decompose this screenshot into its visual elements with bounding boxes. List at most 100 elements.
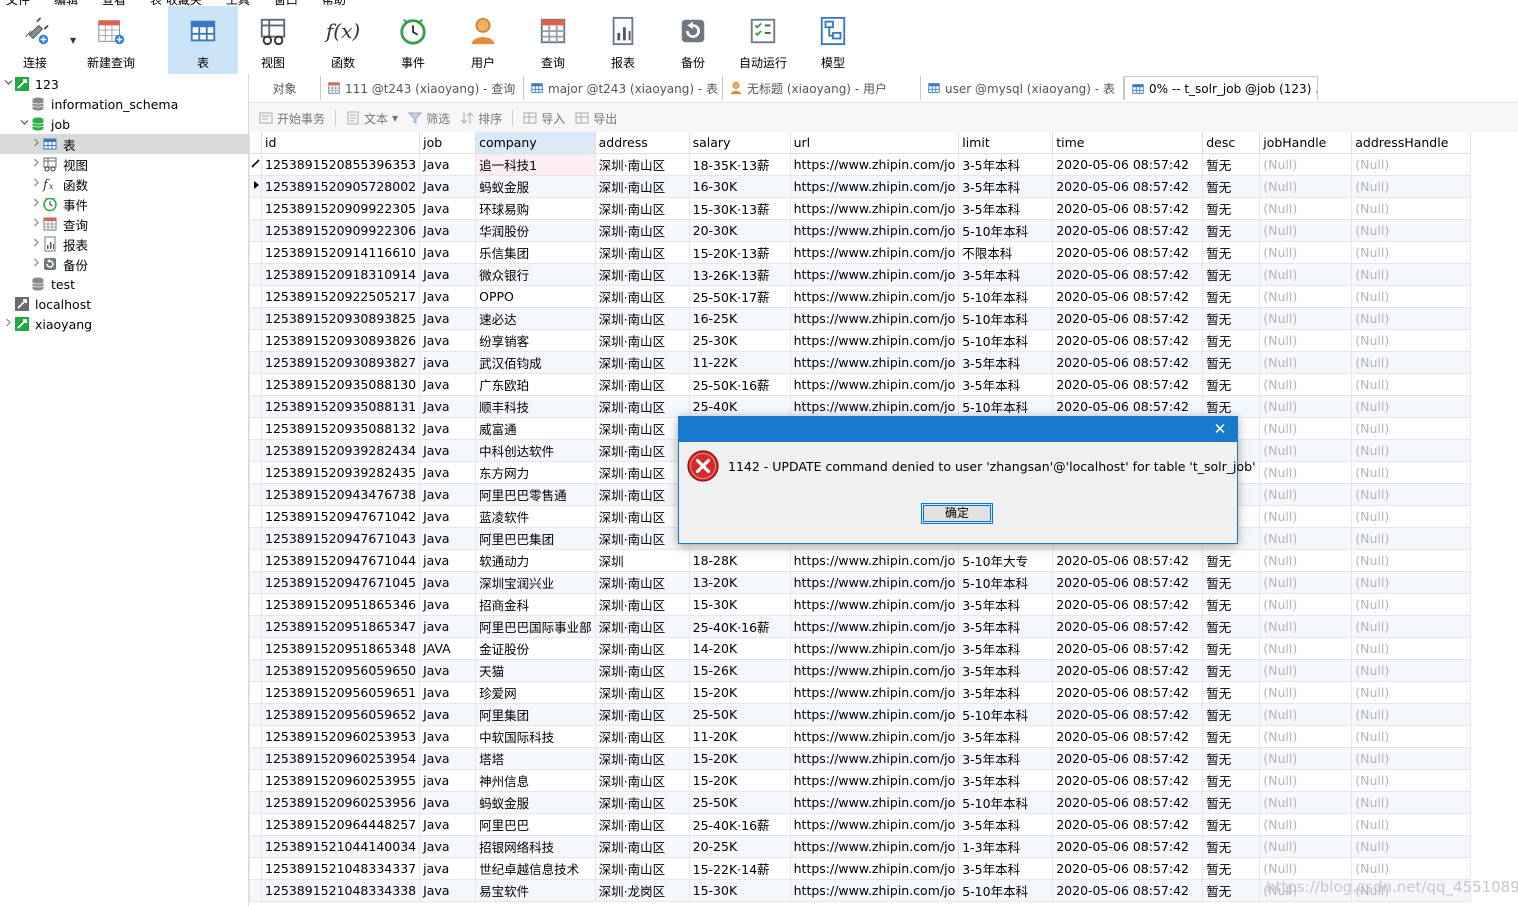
cell-limit[interactable]: 3-5年本科 [958, 681, 1054, 704]
cell-jobHandle[interactable]: (Null) [1259, 505, 1353, 528]
cell-address[interactable]: 深圳·南山区 [594, 813, 690, 836]
cell-id[interactable]: 1253891520939282435 [260, 461, 421, 484]
cell-time[interactable]: 2020-05-06 08:57:42 [1052, 219, 1204, 242]
cell-jobHandle[interactable]: (Null) [1259, 483, 1353, 506]
cell-id[interactable]: 1253891520930893827 [260, 351, 421, 374]
cell-salary[interactable]: 11-20K [688, 725, 791, 748]
cell-salary[interactable]: 25-50K·16薪 [688, 373, 791, 396]
cell-job[interactable]: java [419, 351, 477, 374]
cell-addressHandle[interactable]: (Null) [1351, 549, 1472, 572]
table-row[interactable]: 1253891520918310914 Java 微众银行 深圳·南山区 13-26K·… [249, 263, 1472, 286]
table-row[interactable]: 1253891520960253954 Java 塔塔 深圳·南山区 15-20K htt… [249, 747, 1472, 770]
cell-id[interactable]: 1253891520947671042 [260, 505, 421, 528]
cell-desc[interactable]: 暂无 [1202, 219, 1261, 242]
cell-addressHandle[interactable]: (Null) [1351, 505, 1472, 528]
cell-job[interactable]: Java [419, 571, 477, 594]
cell-addressHandle[interactable]: (Null) [1351, 681, 1472, 704]
cell-address[interactable]: 深圳·龙岗区 [594, 879, 690, 902]
cell-company[interactable]: 中科创达软件 [475, 439, 596, 462]
cell-jobHandle[interactable]: (Null) [1259, 307, 1353, 330]
cell-limit[interactable]: 3-5年本科 [958, 637, 1054, 660]
cell-company[interactable]: 东方网力 [475, 461, 596, 484]
cell-company[interactable]: OPPO [475, 285, 596, 308]
cell-desc[interactable]: 暂无 [1202, 351, 1261, 374]
cell-company[interactable]: 环球易购 [475, 197, 596, 220]
table-row[interactable]: 1253891520951865346 Java 招商金科 深圳·南山区 15-30K h… [249, 593, 1472, 616]
toolbar-button-new-query[interactable]: 新建查询 [70, 6, 152, 74]
toolbar-button-schedule[interactable]: 自动运行 [728, 6, 798, 74]
cell-company[interactable]: 中软国际科技 [475, 725, 596, 748]
cell-time[interactable]: 2020-05-06 08:57:42 [1052, 373, 1204, 396]
cell-salary[interactable]: 15-30K·13薪 [688, 197, 791, 220]
cell-salary[interactable]: 13-20K [688, 571, 791, 594]
cell-url[interactable]: https://www.zhipin.com/jo [789, 307, 960, 330]
table-row[interactable]: 1253891520914116610 Java 乐信集团 深圳·南山区 15-20K·… [249, 241, 1472, 264]
cell-salary[interactable]: 25-50K·17薪 [688, 285, 791, 308]
cell-company[interactable]: 招商金科 [475, 593, 596, 616]
cell-company[interactable]: 招银网络科技 [475, 835, 596, 858]
navigator-item[interactable]: 备份 [0, 254, 248, 274]
cell-salary[interactable]: 16-25K [688, 307, 791, 330]
column-header-salary[interactable]: salary [688, 132, 791, 154]
cell-addressHandle[interactable]: (Null) [1351, 615, 1472, 638]
cell-jobHandle[interactable]: (Null) [1259, 527, 1353, 550]
column-header-addressHandle[interactable]: addressHandle [1351, 132, 1472, 154]
cell-time[interactable]: 2020-05-06 08:57:42 [1052, 307, 1204, 330]
import-button[interactable]: 导入 [523, 110, 565, 127]
cell-jobHandle[interactable]: (Null) [1259, 637, 1353, 660]
filter-button[interactable]: 筛选 [408, 110, 450, 127]
cell-address[interactable]: 深圳·南山区 [594, 439, 690, 462]
cell-desc[interactable]: 暂无 [1202, 769, 1261, 792]
column-header-address[interactable]: address [594, 132, 690, 154]
cell-desc[interactable]: 暂无 [1202, 857, 1261, 880]
cell-limit[interactable]: 5-10年本科 [958, 329, 1054, 352]
cell-id[interactable]: 1253891520905728002 [260, 175, 421, 198]
cell-salary[interactable]: 14-20K [688, 637, 791, 660]
cell-salary[interactable]: 25-40K·16薪 [688, 813, 791, 836]
cell-addressHandle[interactable]: (Null) [1351, 417, 1472, 440]
cell-time[interactable]: 2020-05-06 08:57:42 [1052, 241, 1204, 264]
cell-addressHandle[interactable]: (Null) [1351, 857, 1472, 880]
cell-time[interactable]: 2020-05-06 08:57:42 [1052, 571, 1204, 594]
cell-limit[interactable]: 3-5年本科 [958, 769, 1054, 792]
cell-desc[interactable]: 暂无 [1202, 637, 1261, 660]
cell-jobHandle[interactable]: (Null) [1259, 615, 1353, 638]
cell-address[interactable]: 深圳·南山区 [594, 747, 690, 770]
cell-salary[interactable]: 15-20K [688, 769, 791, 792]
cell-time[interactable]: 2020-05-06 08:57:42 [1052, 615, 1204, 638]
cell-address[interactable]: 深圳·南山区 [594, 725, 690, 748]
cell-id[interactable]: 1253891520947671044 [260, 549, 421, 572]
cell-company[interactable]: 武汉佰钧成 [475, 351, 596, 374]
cell-time[interactable]: 2020-05-06 08:57:42 [1052, 879, 1204, 902]
cell-url[interactable]: https://www.zhipin.com/jo [789, 219, 960, 242]
cell-url[interactable]: https://www.zhipin.com/jo [789, 175, 960, 198]
cell-company[interactable]: 塔塔 [475, 747, 596, 770]
cell-desc[interactable]: 暂无 [1202, 791, 1261, 814]
cell-url[interactable]: https://www.zhipin.com/jo [789, 373, 960, 396]
cell-time[interactable]: 2020-05-06 08:57:42 [1052, 813, 1204, 836]
cell-id[interactable]: 1253891520918310914 [260, 263, 421, 286]
cell-url[interactable]: https://www.zhipin.com/jo [789, 791, 960, 814]
cell-company[interactable]: 软通动力 [475, 549, 596, 572]
cell-address[interactable]: 深圳·南山区 [594, 593, 690, 616]
table-row[interactable]: 1253891520947671045 Java 深圳宝润兴业 深圳·南山区 13-20… [249, 571, 1472, 594]
cell-id[interactable]: 1253891520922505217 [260, 285, 421, 308]
cell-limit[interactable]: 3-5年本科 [958, 747, 1054, 770]
cell-address[interactable]: 深圳·南山区 [594, 373, 690, 396]
cell-time[interactable]: 2020-05-06 08:57:42 [1052, 593, 1204, 616]
cell-time[interactable]: 2020-05-06 08:57:42 [1052, 791, 1204, 814]
cell-address[interactable]: 深圳·南山区 [594, 307, 690, 330]
cell-url[interactable]: https://www.zhipin.com/jo [789, 725, 960, 748]
toolbar-button-backup[interactable]: 备份 [658, 6, 728, 74]
toolbar-button-view[interactable]: 视图 [238, 6, 308, 74]
column-header-company[interactable]: company [475, 132, 596, 154]
cell-job[interactable]: java [419, 769, 477, 792]
cell-job[interactable]: Java [419, 197, 477, 220]
cell-address[interactable]: 深圳·南山区 [594, 659, 690, 682]
cell-limit[interactable]: 1-3年本科 [958, 835, 1054, 858]
cell-id[interactable]: 1253891520939282434 [260, 439, 421, 462]
cell-jobHandle[interactable]: (Null) [1259, 417, 1353, 440]
cell-job[interactable]: Java [419, 703, 477, 726]
cell-addressHandle[interactable]: (Null) [1351, 219, 1472, 242]
cell-address[interactable]: 深圳·南山区 [594, 769, 690, 792]
